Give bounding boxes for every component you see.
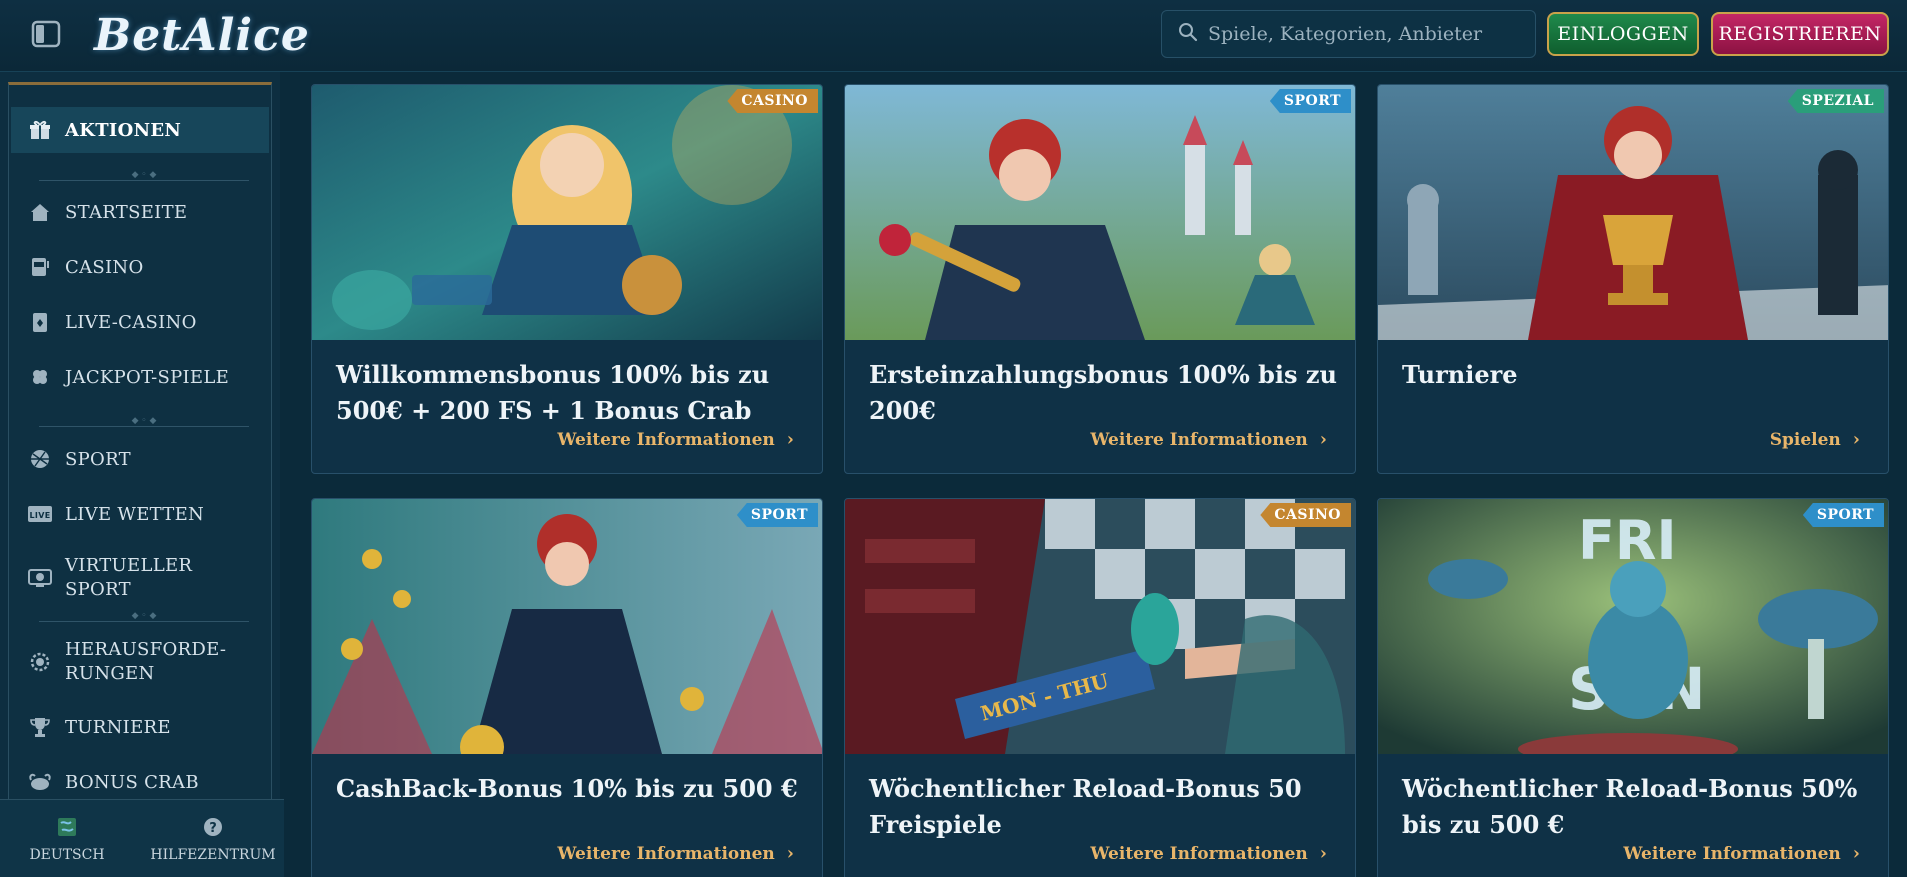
search-input[interactable] bbox=[1208, 23, 1528, 45]
sidebar-item-label: LIVE-CASINO bbox=[65, 311, 197, 333]
promo-title: Willkommensbonus 100% bis zu 500€ + 200 … bbox=[336, 360, 770, 425]
sidebar: AKTIONEN STARTSEITE CASINO LIVE-CASINO J… bbox=[0, 72, 280, 877]
help-center-button[interactable]: ? HILFEZENTRUM bbox=[148, 812, 278, 868]
globe-icon bbox=[57, 817, 77, 841]
play-link[interactable]: Spielen › bbox=[1770, 429, 1860, 450]
sidebar-item-casino[interactable]: CASINO bbox=[11, 244, 269, 290]
category-badge: CASINO bbox=[727, 89, 818, 113]
sidebar-item-label: LIVE WETTEN bbox=[65, 503, 205, 525]
sidebar-footer: DEUTSCH ? HILFEZENTRUM bbox=[0, 799, 284, 877]
promo-image-alice-falling bbox=[312, 85, 822, 340]
chevron-right-icon: › bbox=[1319, 843, 1327, 864]
crab-icon bbox=[27, 769, 53, 795]
promo-image-red-queen bbox=[845, 85, 1355, 340]
category-badge: SPORT bbox=[1269, 89, 1351, 113]
sidebar-item-label: STARTSEITE bbox=[65, 201, 188, 223]
more-info-link[interactable]: Weitere Informationen › bbox=[1623, 843, 1860, 864]
login-button[interactable]: EINLOGGEN bbox=[1547, 12, 1699, 56]
promo-title: Wöchentlicher Reload-Bonus 50 Freispiele bbox=[869, 774, 1302, 839]
virtual-sport-icon bbox=[27, 565, 53, 591]
card-icon bbox=[27, 309, 53, 335]
sidebar-item-label: SPORT bbox=[65, 448, 131, 470]
more-info-link[interactable]: Weitere Informationen › bbox=[1090, 429, 1327, 450]
promo-card[interactable]: CASINO Willkommensbonus 100% bis zu 500€… bbox=[311, 84, 823, 474]
trophy-icon bbox=[27, 714, 53, 740]
promo-title: Wöchentlicher Reload-Bonus 50% bis zu 50… bbox=[1402, 774, 1858, 839]
sidebar-panel: AKTIONEN STARTSEITE CASINO LIVE-CASINO J… bbox=[8, 82, 272, 802]
more-info-label: Weitere Informationen bbox=[1090, 429, 1308, 450]
sidebar-item-aktionen[interactable]: AKTIONEN bbox=[11, 107, 269, 153]
sidebar-item-startseite[interactable]: STARTSEITE bbox=[11, 189, 269, 235]
chevron-right-icon: › bbox=[786, 429, 794, 450]
sidebar-item-label: AKTIONEN bbox=[65, 119, 182, 141]
promo-image-potion-mon-thu: MON - THU bbox=[845, 499, 1355, 754]
help-icon: ? bbox=[203, 817, 223, 841]
sidebar-item-jackpot-spiele[interactable]: JACKPOT-SPIELE bbox=[11, 354, 269, 400]
sidebar-item-herausforderungen[interactable]: HERAUSFORDE- RUNGEN bbox=[11, 637, 269, 687]
sidebar-item-label: CASINO bbox=[65, 256, 144, 278]
search-icon bbox=[1178, 22, 1198, 46]
sidebar-item-sport[interactable]: SPORT bbox=[11, 436, 269, 482]
live-icon: LIVE bbox=[27, 501, 53, 527]
more-info-link[interactable]: Weitere Informationen › bbox=[1090, 843, 1327, 864]
category-badge: SPORT bbox=[1802, 503, 1884, 527]
svg-text:?: ? bbox=[209, 821, 217, 836]
site-logo[interactable]: BetAlice bbox=[94, 8, 310, 64]
sidebar-item-label: VIRTUELLER SPORT bbox=[65, 555, 193, 600]
sidebar-divider bbox=[39, 423, 249, 429]
more-info-label: Weitere Informationen bbox=[557, 429, 775, 450]
promo-title: Ersteinzahlungsbonus 100% bis zu 200€ bbox=[869, 360, 1337, 425]
sidebar-divider bbox=[39, 177, 249, 183]
sidebar-item-virtueller-sport[interactable]: VIRTUELLER SPORT bbox=[11, 553, 269, 603]
more-info-link[interactable]: Weitere Informationen › bbox=[557, 429, 794, 450]
language-label: DEUTSCH bbox=[29, 847, 105, 863]
more-info-label: Weitere Informationen bbox=[1623, 843, 1841, 864]
sidebar-item-label: HERAUSFORDE- RUNGEN bbox=[65, 639, 227, 684]
ball-icon bbox=[27, 446, 53, 472]
promo-image-caterpillar-fri-sun: FRI SUN bbox=[1378, 499, 1888, 765]
promo-title: Turniere bbox=[1402, 360, 1518, 389]
category-badge: CASINO bbox=[1260, 503, 1351, 527]
svg-text:LIVE: LIVE bbox=[30, 511, 51, 520]
promo-card[interactable]: MON - THU CASINO Wöchentlicher Reload-Bo… bbox=[844, 498, 1356, 877]
home-icon bbox=[27, 199, 53, 225]
language-selector[interactable]: DEUTSCH bbox=[2, 812, 132, 868]
category-badge: SPORT bbox=[736, 503, 818, 527]
clover-icon bbox=[27, 364, 53, 390]
sidebar-item-live-casino[interactable]: LIVE-CASINO bbox=[11, 299, 269, 345]
promo-card[interactable]: SPORT CashBack-Bonus 10% bis zu 500 € We… bbox=[311, 498, 823, 877]
help-label: HILFEZENTRUM bbox=[150, 847, 276, 863]
promo-card[interactable]: SPORT Ersteinzahlungsbonus 100% bis zu 2… bbox=[844, 84, 1356, 474]
more-info-label: Weitere Informationen bbox=[1090, 843, 1308, 864]
chevron-right-icon: › bbox=[786, 843, 794, 864]
sidebar-item-label: JACKPOT-SPIELE bbox=[65, 366, 230, 388]
top-header: BetAlice EINLOGGEN REGISTRIEREN bbox=[0, 0, 1907, 72]
svg-text:FRI: FRI bbox=[1578, 509, 1677, 572]
more-info-link[interactable]: Weitere Informationen › bbox=[557, 843, 794, 864]
challenge-icon bbox=[27, 649, 53, 675]
promo-image-queen-trophy bbox=[1378, 85, 1888, 340]
sidebar-item-turniere[interactable]: TURNIERE bbox=[11, 704, 269, 750]
more-info-label: Weitere Informationen bbox=[557, 843, 775, 864]
chevron-right-icon: › bbox=[1319, 429, 1327, 450]
promo-image-queen-coins bbox=[312, 499, 822, 769]
play-label: Spielen bbox=[1769, 429, 1841, 450]
sidebar-toggle-icon[interactable] bbox=[30, 18, 62, 50]
promo-title: CashBack-Bonus 10% bis zu 500 € bbox=[336, 774, 798, 803]
category-badge: SPEZIAL bbox=[1787, 89, 1884, 113]
sidebar-divider bbox=[39, 618, 249, 624]
sidebar-item-live-wetten[interactable]: LIVE LIVE WETTEN bbox=[11, 491, 269, 537]
gift-icon bbox=[27, 117, 53, 143]
chevron-right-icon: › bbox=[1852, 429, 1860, 450]
sidebar-item-label: TURNIERE bbox=[65, 716, 171, 738]
chevron-right-icon: › bbox=[1852, 843, 1860, 864]
promo-card[interactable]: FRI SUN SPORT Wöchentlicher Reload-Bonus… bbox=[1377, 498, 1889, 877]
slot-machine-icon bbox=[27, 254, 53, 280]
promo-card[interactable]: SPEZIAL Turniere Spielen › bbox=[1377, 84, 1889, 474]
search-box[interactable] bbox=[1161, 10, 1536, 58]
register-button[interactable]: REGISTRIEREN bbox=[1711, 12, 1889, 56]
sidebar-item-label: BONUS CRAB bbox=[65, 771, 199, 793]
